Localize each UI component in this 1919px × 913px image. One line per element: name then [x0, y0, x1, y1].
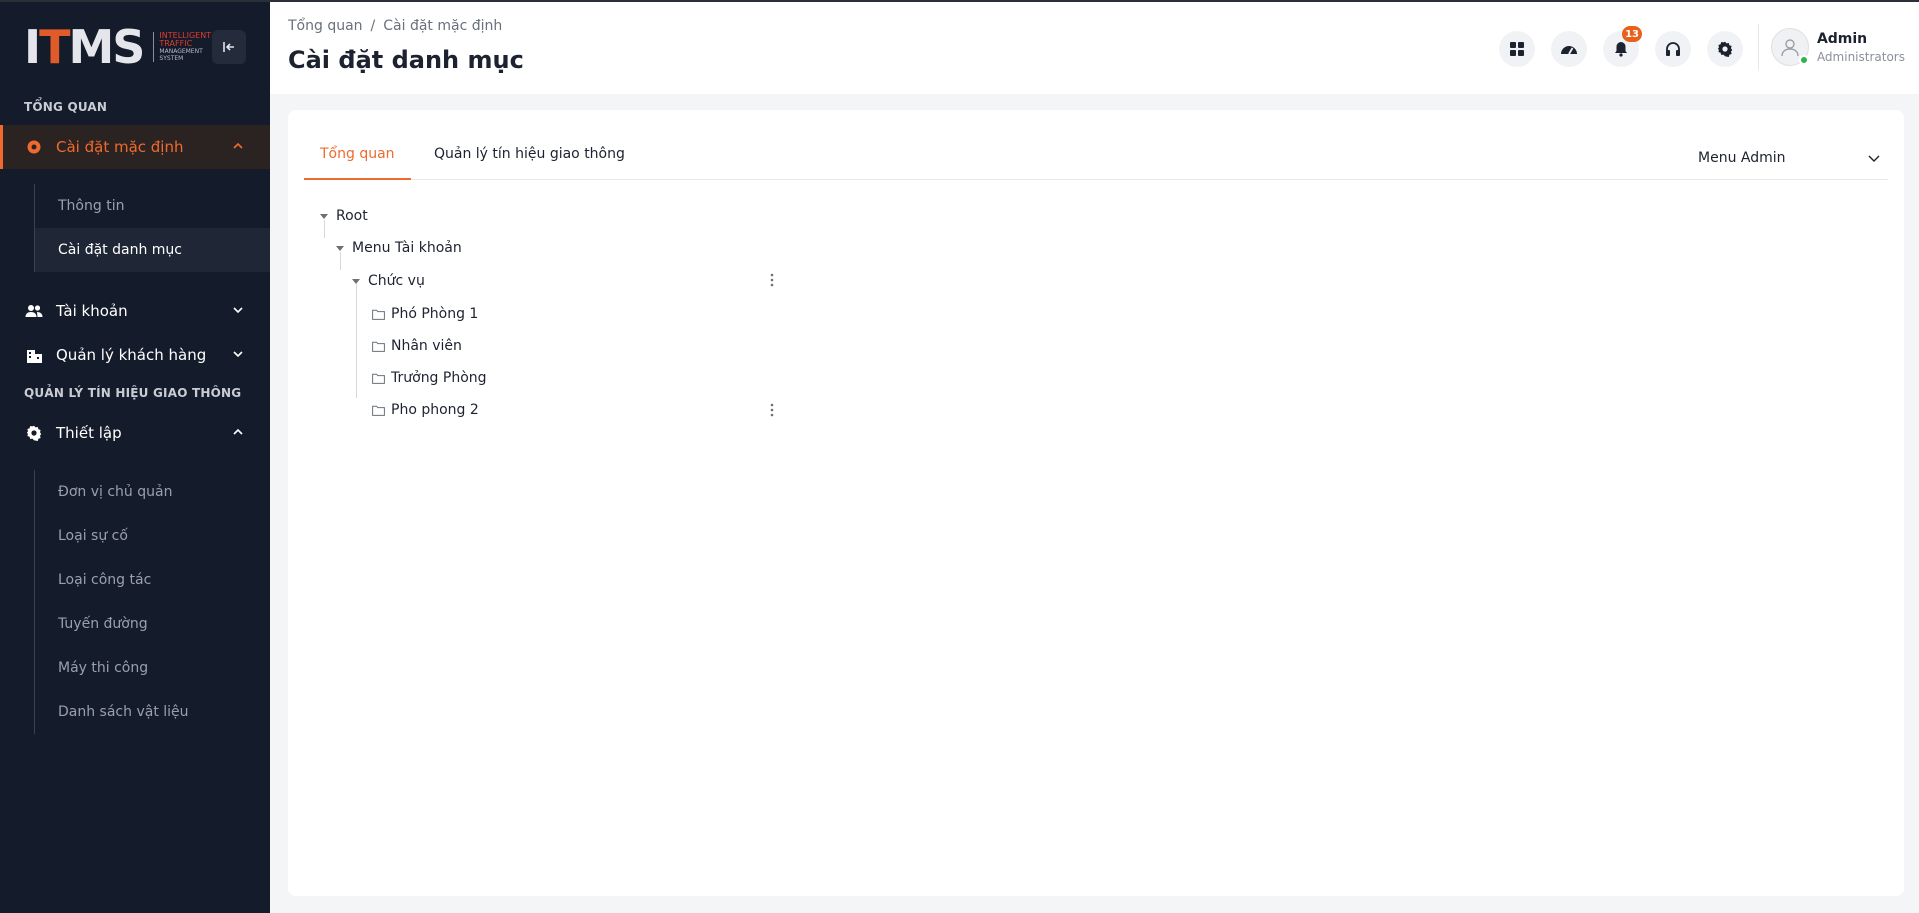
sidebar-item-accounts[interactable]: Tài khoản [0, 289, 270, 333]
sidebar-subitem-category-settings[interactable]: Cài đặt danh mục [35, 228, 270, 272]
folder-icon [372, 405, 385, 416]
sidebar-item-setup[interactable]: Thiết lập [0, 411, 270, 455]
user-menu[interactable]: Admin Administrators [1770, 28, 1905, 66]
sidebar-subitem-routes[interactable]: Tuyến đường [35, 602, 270, 646]
sidebar-subitem-materials[interactable]: Danh sách vật liệu [35, 690, 270, 734]
logo: ITMS INTELLIGENT TRAFFIC MANAGEMENT SYST… [24, 24, 211, 70]
setup-submenu: Đơn vị chủ quản Loại sự cố Loại công tác… [34, 470, 270, 734]
online-status-dot [1798, 55, 1809, 65]
breadcrumb-overview-link[interactable]: Tổng quan [288, 18, 363, 34]
sidebar-item-customers[interactable]: Quản lý khách hàng [0, 333, 270, 377]
collapse-sidebar-button[interactable] [212, 30, 246, 64]
gear-icon [1717, 41, 1733, 57]
sidebar-subitem-work-type[interactable]: Loại công tác [35, 558, 270, 602]
tree-node-label: Pho phong 2 [391, 402, 479, 418]
tree-leaf[interactable]: Trưởng Phòng [372, 366, 487, 390]
header-divider [1758, 24, 1759, 70]
menu-select[interactable]: Menu Admin [1698, 146, 1888, 170]
sidebar-subitem-incident-type[interactable]: Loại sự cố [35, 514, 270, 558]
default-settings-submenu: Thông tin Cài đặt danh mục [34, 184, 270, 272]
breadcrumb-default-settings-link[interactable]: Cài đặt mặc định [383, 18, 502, 34]
tab-bar: Tổng quan Quản lý tín hiệu giao thông Me… [304, 110, 1888, 180]
tree-node-label: Menu Tài khoản [352, 240, 462, 256]
tree-node-label: Nhân viên [391, 338, 462, 354]
folder-icon [372, 341, 385, 352]
more-vertical-icon [770, 403, 774, 417]
logo-mark: ITMS [24, 20, 145, 74]
folder-icon [372, 309, 385, 320]
node-actions-button[interactable] [764, 270, 780, 290]
dashboard-button[interactable] [1551, 31, 1587, 67]
chevron-down-icon [233, 307, 243, 314]
speedometer-icon [1561, 46, 1577, 55]
user-icon [1781, 39, 1799, 57]
bell-icon [1615, 42, 1627, 57]
page-title: Cài đặt danh mục [288, 46, 524, 74]
breadcrumb-separator: / [370, 18, 376, 34]
settings-icon [24, 423, 44, 443]
caret-down-icon[interactable] [352, 278, 360, 284]
settings-button[interactable] [1707, 31, 1743, 67]
sidebar-subitem-machines[interactable]: Máy thi công [35, 646, 270, 690]
sidebar-item-label: Quản lý khách hàng [56, 346, 207, 364]
tab-traffic-signals[interactable]: Quản lý tín hiệu giao thông [418, 146, 641, 180]
tree-node-label: Root [336, 208, 368, 224]
user-role: Administrators [1816, 49, 1905, 64]
tree-node-account-menu[interactable]: Menu Tài khoản [336, 236, 462, 260]
logo-tagline: INTELLIGENT TRAFFIC MANAGEMENT SYSTEM [153, 32, 211, 62]
tree-leaf[interactable]: Pho phong 2 [372, 398, 479, 422]
user-name: Admin [1816, 30, 1868, 47]
users-icon [24, 301, 44, 321]
sidebar-item-default-settings[interactable]: Cài đặt mặc định [0, 125, 270, 169]
section-overview: TỔNG QUAN [24, 100, 108, 114]
tab-overview[interactable]: Tổng quan [304, 146, 411, 180]
chevron-down-icon [1868, 155, 1880, 162]
header-actions: 13 [1499, 26, 1743, 67]
window-top-border [0, 0, 1919, 2]
sidebar: ITMS INTELLIGENT TRAFFIC MANAGEMENT SYST… [0, 0, 270, 913]
chevron-down-icon [233, 351, 243, 358]
tree-leaf[interactable]: Nhân viên [372, 334, 462, 358]
user-info: Admin Administrators [1817, 31, 1905, 64]
top-header: Tổng quan / Cài đặt mặc định Cài đặt dan… [270, 2, 1919, 94]
grid-icon [1510, 42, 1524, 56]
collapse-left-icon [223, 42, 234, 52]
sidebar-item-label: Cài đặt mặc định [56, 138, 184, 156]
chevron-up-icon [233, 428, 243, 435]
tree-node-label: Phó Phòng 1 [391, 306, 479, 322]
content-card: Tổng quan Quản lý tín hiệu giao thông Me… [288, 110, 1904, 896]
node-actions-button[interactable] [764, 400, 780, 420]
menu-select-value: Menu Admin [1698, 150, 1786, 166]
section-traffic-signals: QUẢN LÝ TÍN HIỆU GIAO THÔNG [24, 386, 242, 400]
gear-icon [24, 137, 44, 157]
headset-icon [1666, 42, 1680, 56]
sidebar-item-label: Thiết lập [56, 424, 122, 442]
support-button[interactable] [1655, 31, 1691, 67]
more-vertical-icon [770, 273, 774, 287]
breadcrumb: Tổng quan / Cài đặt mặc định [288, 18, 502, 34]
sidebar-item-label: Tài khoản [56, 302, 128, 320]
folder-icon [372, 373, 385, 384]
caret-down-icon[interactable] [320, 213, 328, 219]
avatar [1770, 28, 1809, 66]
chevron-up-icon [233, 142, 243, 149]
notifications-button[interactable]: 13 [1603, 26, 1642, 67]
sidebar-subitem-info[interactable]: Thông tin [35, 184, 270, 228]
sidebar-subitem-governing-unit[interactable]: Đơn vị chủ quản [35, 470, 270, 514]
tree-node-positions[interactable]: Chức vụ [352, 269, 425, 293]
notification-count-badge: 13 [1622, 26, 1642, 42]
tree-guide-line [356, 284, 357, 398]
tree-node-label: Trưởng Phòng [391, 370, 487, 386]
building-icon [24, 345, 44, 365]
tree-leaf[interactable]: Phó Phòng 1 [372, 302, 478, 326]
caret-down-icon[interactable] [336, 245, 344, 251]
tree-node-root[interactable]: Root [320, 204, 368, 228]
tree-node-label: Chức vụ [368, 273, 425, 289]
apps-button[interactable] [1499, 31, 1535, 67]
